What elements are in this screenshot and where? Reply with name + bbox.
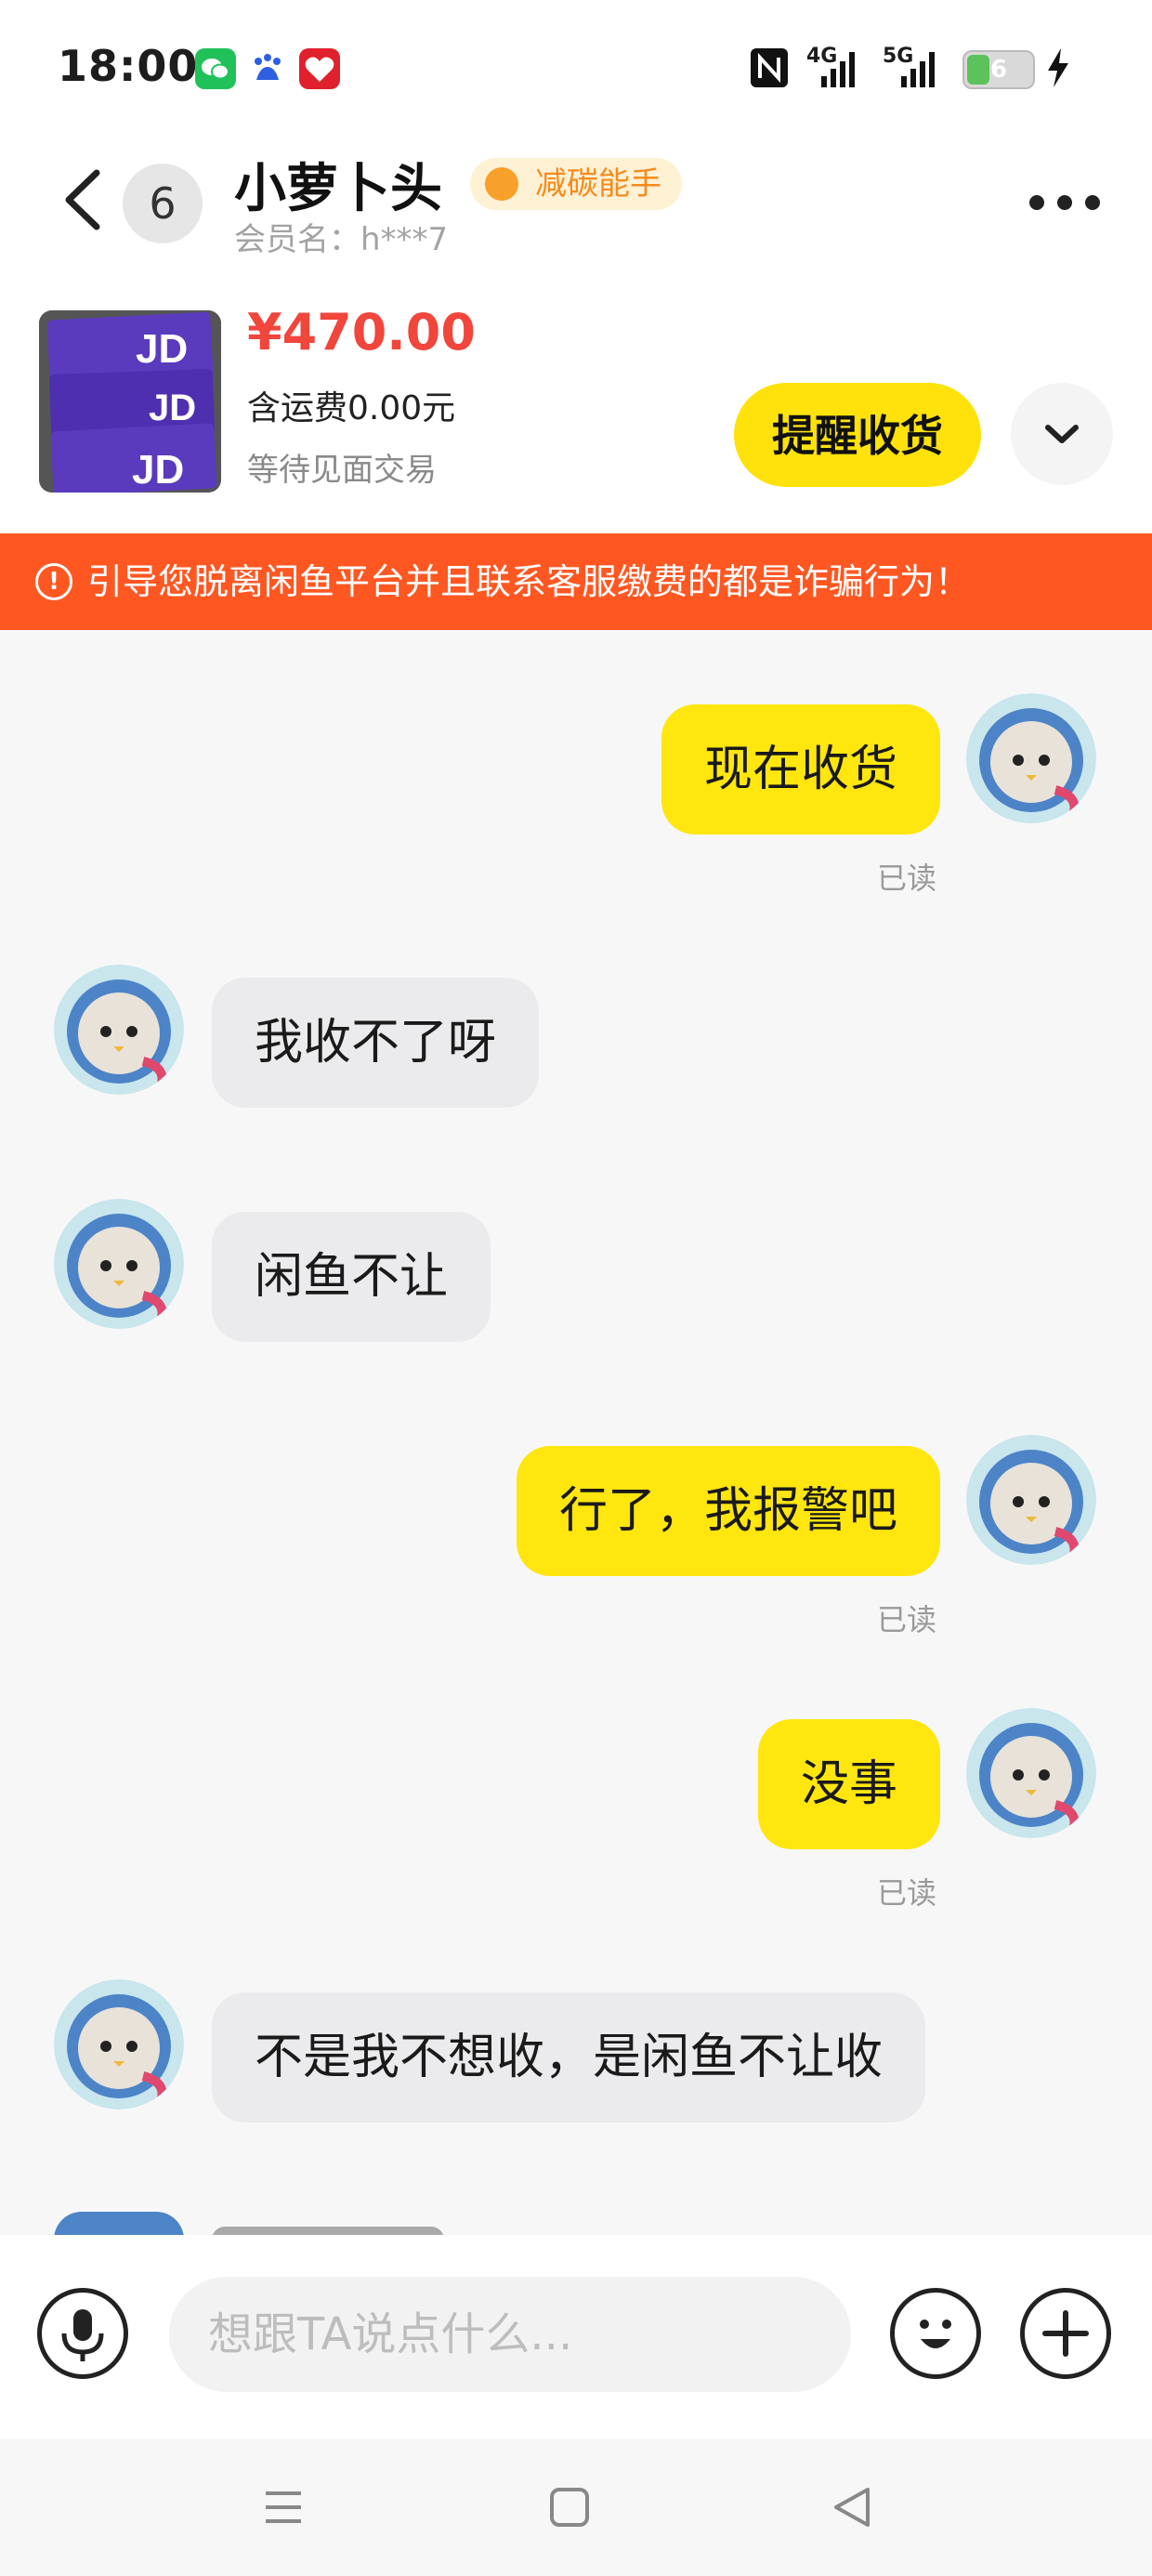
avatar-contact[interactable] [54, 1199, 184, 1329]
nav-home-icon[interactable] [548, 2486, 591, 2529]
mic-icon[interactable] [37, 2288, 128, 2379]
message-bubble-sent[interactable]: 没事 [757, 1719, 940, 1849]
avatar-contact[interactable] [54, 1979, 184, 2109]
read-receipt: 已读 [877, 1875, 937, 1911]
read-receipt: 已读 [877, 861, 937, 896]
battery-icon: 6 [962, 50, 1035, 89]
nav-menu-icon[interactable] [262, 2486, 305, 2529]
nav-back-icon[interactable] [831, 2484, 873, 2530]
message-bubble-received[interactable]: 闲鱼不让 [212, 1212, 491, 1342]
svg-text:JD: JD [132, 447, 184, 493]
product-price: ¥470.00 [247, 303, 476, 361]
carbon-badge-label: 减碳能手 [535, 165, 661, 203]
avatar-self[interactable] [966, 1708, 1096, 1838]
baidu-icon [247, 48, 288, 89]
back-arrow-icon[interactable] [56, 167, 111, 232]
emoji-icon[interactable] [890, 2288, 981, 2379]
chevron-down-icon[interactable] [1011, 383, 1113, 485]
message-input[interactable] [169, 2277, 851, 2392]
contact-name: 小萝卜头 [234, 159, 442, 219]
unread-count-badge[interactable]: 6 [123, 164, 203, 243]
more-icon[interactable] [1029, 195, 1100, 210]
remind-receipt-button[interactable]: 提醒收货 [734, 383, 981, 487]
avatar-self[interactable] [966, 1435, 1096, 1565]
message-bubble-sent[interactable]: 现在收货 [661, 704, 940, 835]
product-thumbnail[interactable]: JD JD JD [39, 310, 221, 493]
read-receipt: 已读 [877, 1602, 937, 1637]
svg-text:JD: JD [136, 326, 188, 372]
avatar-self[interactable] [966, 693, 1096, 823]
shipping-fee: 含运费0.00元 [247, 389, 456, 427]
member-name: 会员名：h***7 [234, 221, 449, 258]
plus-icon[interactable] [1020, 2288, 1111, 2379]
avatar-contact[interactable] [54, 965, 184, 1095]
alert-icon: ! [35, 563, 72, 600]
signal-icon-1 [818, 50, 862, 87]
status-time: 18:00 [58, 41, 199, 91]
fraud-warning-banner: ! 引导您脱离闲鱼平台并且联系客服缴费的都是诈骗行为！ [0, 533, 1152, 630]
svg-text:JD: JD [149, 388, 196, 428]
message-bubble-received[interactable]: 不是我不想收，是闲鱼不让收 [212, 1992, 926, 2123]
order-status: 等待见面交易 [247, 452, 437, 489]
carbon-badge: 减碳能手 [470, 158, 682, 210]
charging-icon [1044, 46, 1072, 89]
message-bubble-received[interactable]: 我收不了呀 [212, 978, 540, 1108]
leaf-badge-icon [485, 167, 518, 201]
fraud-warning-text: 引导您脱离闲鱼平台并且联系客服缴费的都是诈骗行为！ [87, 561, 971, 602]
wechat-icon [195, 48, 236, 89]
status-bar: 18:00 4G 5G 6 [0, 0, 1152, 135]
message-bubble-sent[interactable]: 行了，我报警吧 [516, 1446, 940, 1576]
nfc-icon [749, 46, 790, 89]
signal-icon-2 [897, 50, 942, 87]
app-icon-red [299, 48, 340, 89]
system-nav-bar [0, 2439, 1152, 2576]
battery-level: 6 [989, 56, 1008, 84]
